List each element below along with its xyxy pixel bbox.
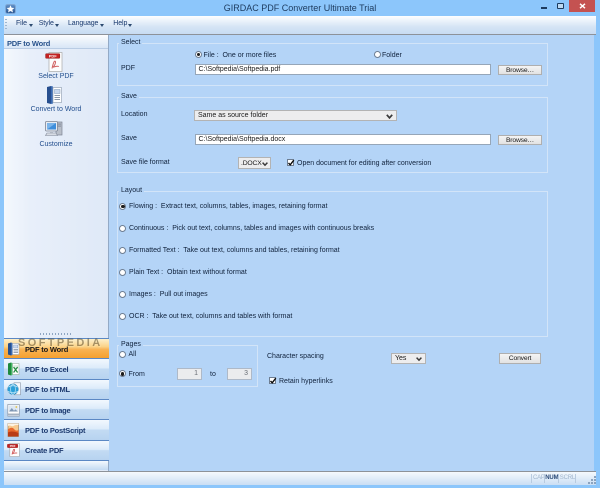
svg-text:PDF: PDF — [10, 444, 16, 448]
svg-text:PDF: PDF — [49, 53, 57, 58]
